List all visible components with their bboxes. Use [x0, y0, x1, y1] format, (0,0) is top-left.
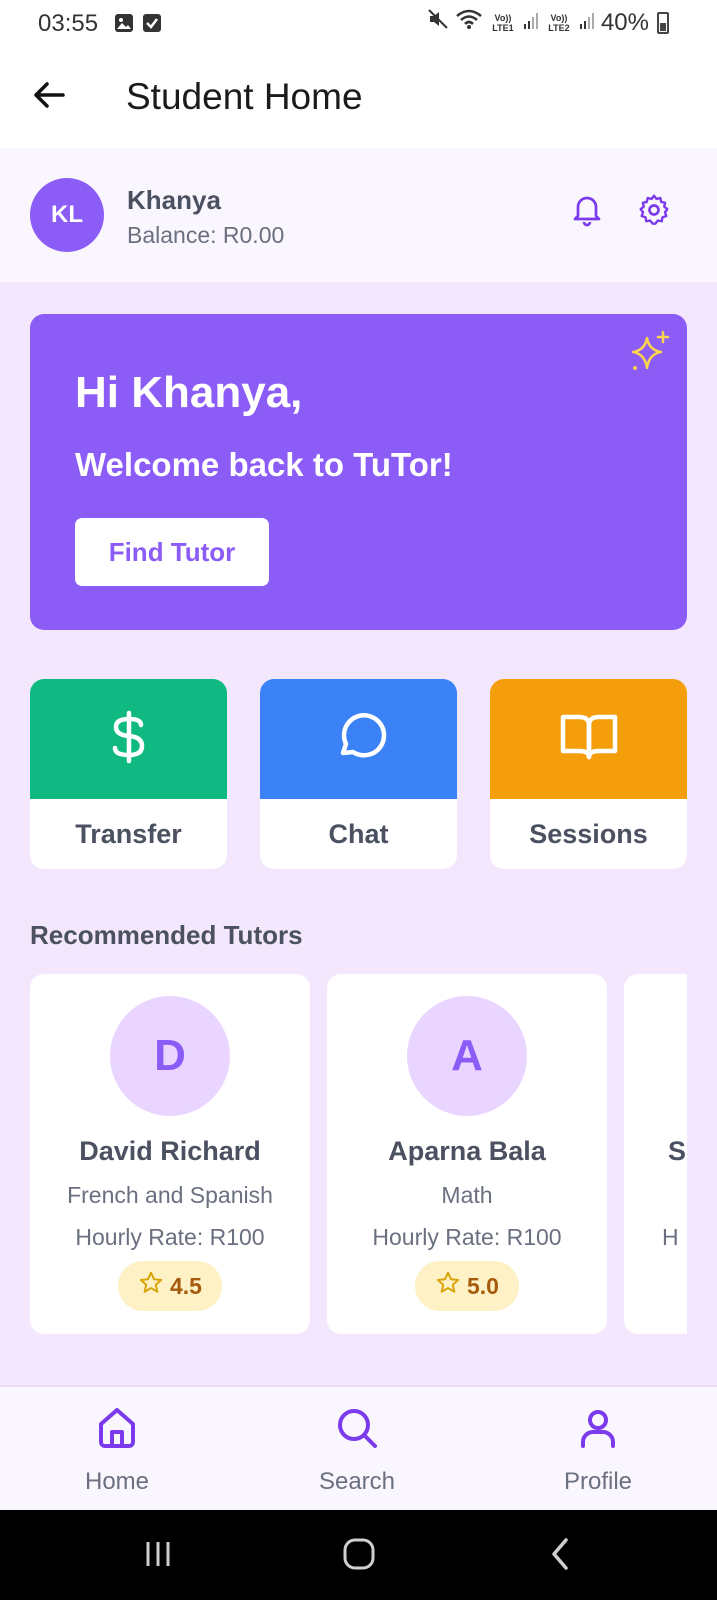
find-tutor-button[interactable]: Find Tutor — [75, 518, 269, 586]
system-nav-bar — [0, 1510, 717, 1600]
tutor-rate: Hourly Rate: R100 — [372, 1224, 562, 1250]
sparkles-icon — [629, 330, 673, 379]
star-icon — [138, 1270, 164, 1302]
user-balance: Balance: R0.00 — [127, 222, 285, 248]
bottom-nav: Home Search Profile — [0, 1385, 717, 1510]
transfer-label: Transfer — [75, 818, 182, 849]
notifications-button[interactable] — [567, 192, 607, 232]
settings-button[interactable] — [634, 192, 674, 232]
tutor-subject: Math — [441, 1182, 493, 1208]
home-icon — [93, 1404, 141, 1457]
battery-icon — [657, 11, 669, 34]
sessions-label: Sessions — [529, 818, 648, 849]
image-icon — [114, 13, 134, 38]
nav-search[interactable]: Search — [277, 1387, 437, 1510]
quick-actions: Transfer Chat Sessions — [30, 679, 687, 869]
status-bar: 03:55 Vo)) LTE1 Vo)) LTE2 40% — [0, 0, 717, 50]
tutor-name: Aparna Bala — [388, 1136, 546, 1166]
rating-value: 4.5 — [170, 1272, 202, 1299]
chat-label: Chat — [328, 818, 389, 849]
home-system-button[interactable] — [329, 1528, 389, 1584]
book-open-icon — [559, 711, 619, 768]
welcome-banner: Hi Khanya, Welcome back to TuTor! Find T… — [30, 314, 687, 630]
arrow-left-icon — [31, 77, 67, 118]
nav-profile-label: Profile — [563, 1468, 633, 1495]
circle-home-icon — [342, 1537, 376, 1576]
signal-icon — [523, 9, 539, 37]
sim2-label: Vo)) LTE2 — [548, 12, 570, 33]
system-back-button[interactable] — [530, 1528, 590, 1584]
nav-profile[interactable]: Profile — [518, 1387, 678, 1510]
tutor-name: David Richard — [79, 1136, 261, 1166]
page-title: Student Home — [126, 76, 363, 117]
tutor-carousel[interactable]: D David Richard French and Spanish Hourl… — [30, 974, 687, 1340]
user-name: Khanya — [127, 185, 221, 215]
rating-badge: 4.5 — [118, 1261, 222, 1311]
transfer-button[interactable]: Transfer — [30, 679, 227, 869]
status-time: 03:55 — [38, 10, 99, 37]
nav-home[interactable]: Home — [37, 1387, 197, 1510]
tutor-card[interactable]: A Aparna Bala Math Hourly Rate: R100 5.0 — [327, 974, 607, 1334]
tutor-rate: Hourly Rate: R100 — [75, 1224, 265, 1250]
welcome-message: Welcome back to TuTor! — [75, 446, 453, 483]
tutor-avatar: A — [407, 996, 527, 1116]
app-bar: Student Home — [0, 50, 717, 148]
check-box-icon — [142, 13, 162, 38]
rating-badge: 5.0 — [415, 1261, 519, 1311]
recent-apps-button[interactable] — [128, 1528, 188, 1584]
search-icon — [333, 1404, 381, 1457]
tutor-name: S — [668, 1136, 687, 1166]
gear-icon — [636, 192, 672, 233]
avatar[interactable]: KL — [30, 178, 104, 252]
nav-search-label: Search — [318, 1468, 396, 1495]
tutor-subject: French and Spanish — [67, 1182, 273, 1208]
tutor-card[interactable]: D David Richard French and Spanish Hourl… — [30, 974, 310, 1334]
recent-apps-icon — [142, 1539, 174, 1574]
chat-button[interactable]: Chat — [260, 679, 457, 869]
user-icon — [574, 1404, 622, 1457]
wifi-icon — [455, 8, 483, 37]
greeting: Hi Khanya, — [75, 368, 303, 417]
sessions-button[interactable]: Sessions — [490, 679, 687, 869]
tutor-avatar: D — [110, 996, 230, 1116]
tutor-card[interactable]: S H — [624, 974, 687, 1334]
bell-icon — [569, 192, 605, 233]
chevron-left-icon — [548, 1537, 572, 1576]
section-title: Recommended Tutors — [30, 920, 303, 950]
nav-home-label: Home — [84, 1468, 150, 1495]
tutor-rate: H — [662, 1224, 679, 1250]
back-button[interactable] — [26, 74, 72, 120]
dollar-icon — [106, 709, 152, 770]
signal-icon — [579, 9, 595, 37]
main-content: Hi Khanya, Welcome back to TuTor! Find T… — [0, 282, 717, 1385]
mute-icon — [427, 8, 449, 37]
battery-percent: 40% — [600, 8, 649, 36]
rating-value: 5.0 — [467, 1272, 499, 1299]
chat-bubble-icon — [331, 709, 387, 770]
star-icon — [435, 1270, 461, 1302]
user-header: KL Khanya Balance: R0.00 — [0, 148, 717, 282]
sim1-label: Vo)) LTE1 — [492, 12, 514, 33]
